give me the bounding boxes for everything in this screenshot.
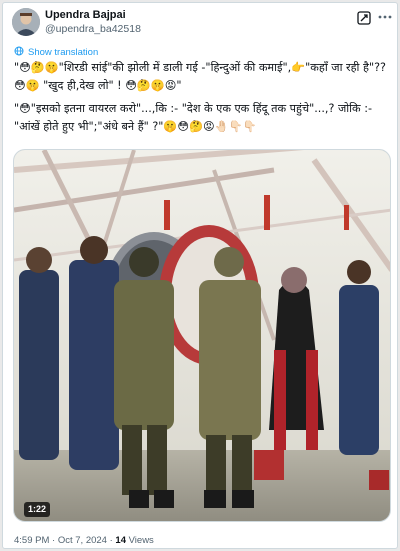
globe-icon bbox=[14, 46, 28, 59]
tweet-text: "😳🤔🤫"शिरडी सांई"की झोली में डाली गई -"हि… bbox=[14, 59, 392, 135]
tweet-paragraph-1: "😳🤔🤫"शिरडी सांई"की झोली में डाली गई -"हि… bbox=[14, 61, 386, 92]
more-options-icon[interactable] bbox=[377, 9, 393, 25]
avatar[interactable] bbox=[12, 8, 40, 36]
show-translation-label: Show translation bbox=[28, 46, 99, 58]
tweet-date[interactable]: Oct 7, 2024 bbox=[58, 535, 107, 546]
views-count: 14 bbox=[115, 535, 126, 546]
tweet-meta: 4:59 PM · Oct 7, 2024 · 14 Views bbox=[14, 535, 154, 546]
tweet-time[interactable]: 4:59 PM bbox=[14, 535, 49, 546]
author-handle[interactable]: @upendra_ba42518 bbox=[45, 23, 141, 35]
video-duration-badge: 1:22 bbox=[24, 502, 51, 517]
grok-icon[interactable] bbox=[356, 10, 372, 26]
video-player[interactable]: 1:22 bbox=[13, 149, 391, 522]
author-name[interactable]: Upendra Bajpai bbox=[45, 9, 126, 21]
views-label: Views bbox=[128, 535, 154, 546]
video-frame bbox=[14, 150, 390, 521]
tweet-paragraph-2: "😳"इसको इतना वायरल करो"...,कि :- "देश के… bbox=[14, 102, 376, 133]
tweet-card: Upendra Bajpai @upendra_ba42518 Show tra… bbox=[2, 2, 398, 549]
show-translation-link[interactable]: Show translation bbox=[14, 45, 98, 59]
